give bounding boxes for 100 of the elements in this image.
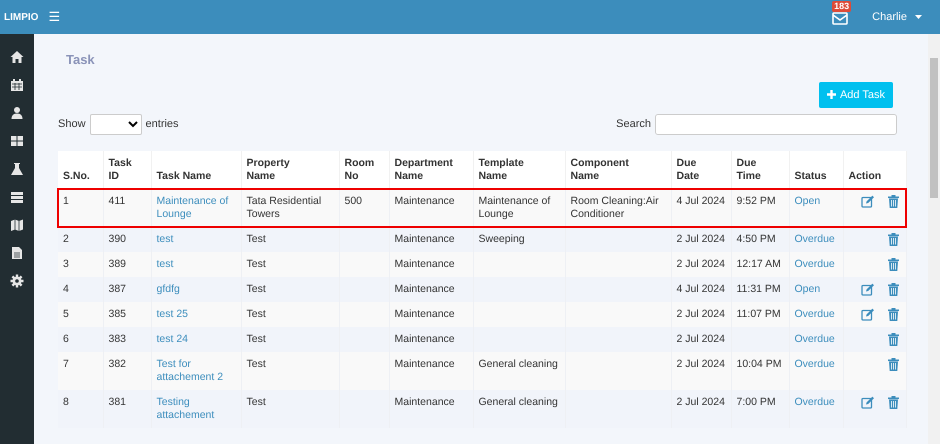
table-cell-text: 2 Jul 2024 xyxy=(676,308,726,321)
delete-icon[interactable] xyxy=(888,233,898,246)
table-cell-text: Maintenance of Lounge xyxy=(478,195,552,221)
column-header[interactable]: Action xyxy=(843,151,906,189)
table-cell-text: Maintenance xyxy=(394,233,456,246)
table-cell-text: 389 xyxy=(108,258,128,271)
status-link[interactable]: Overdue xyxy=(794,396,838,409)
flask-icon[interactable] xyxy=(10,162,24,176)
table-cell-text: 383 xyxy=(108,333,128,346)
table-cell-text: Test xyxy=(246,308,267,321)
table-cell-text: Test xyxy=(246,283,267,296)
table-cell-text: Room Cleaning:Air Conditioner xyxy=(570,195,660,221)
delete-icon[interactable] xyxy=(888,358,898,371)
task-link[interactable]: test xyxy=(156,233,236,246)
column-header[interactable]: Due Date xyxy=(671,151,731,189)
search-field[interactable] xyxy=(655,114,897,135)
search-label: Search xyxy=(616,117,651,132)
page-title: Task xyxy=(66,51,96,69)
table-cell-text: 5 xyxy=(63,308,70,321)
user-icon[interactable] xyxy=(10,106,24,120)
table-cell-text: Maintenance xyxy=(394,195,456,208)
table-cell-text: 4 xyxy=(63,283,70,296)
table-cell-text: 6 xyxy=(63,333,70,346)
column-header[interactable]: Status xyxy=(789,151,843,189)
table-cell-text: 390 xyxy=(108,233,128,246)
status-link[interactable]: Open xyxy=(794,283,838,296)
table-cell-text: General cleaning xyxy=(478,358,559,371)
table-cell-text: 411 xyxy=(108,195,126,208)
logo: LIMPIO xyxy=(3,10,40,24)
table-cell-text: 2 Jul 2024 xyxy=(676,396,726,409)
edit-icon[interactable] xyxy=(860,308,874,321)
status-link[interactable]: Overdue xyxy=(794,233,838,246)
document-icon[interactable] xyxy=(10,246,24,260)
entries-label: entries xyxy=(146,117,179,132)
column-header[interactable]: Due Time xyxy=(731,151,789,189)
column-header[interactable]: S.No. xyxy=(58,151,103,189)
table-cell-text: 11:07 PM xyxy=(736,308,782,321)
show-label: Show xyxy=(58,117,86,132)
table-cell-text: 9:52 PM xyxy=(736,195,777,208)
table-cell-text: 8 xyxy=(63,396,70,409)
table-cell-text: Test xyxy=(246,258,267,271)
table-cell-text: 2 Jul 2024 xyxy=(676,333,726,346)
edit-icon[interactable] xyxy=(860,396,874,409)
column-header[interactable]: Component Name xyxy=(565,151,671,189)
table-cell-text: Test xyxy=(246,358,267,371)
delete-icon[interactable] xyxy=(888,283,898,296)
user-menu[interactable]: Charlie xyxy=(872,8,940,26)
home-icon[interactable] xyxy=(10,50,24,64)
table-cell-text: 2 Jul 2024 xyxy=(676,358,726,371)
delete-icon[interactable] xyxy=(888,396,898,409)
table-cell-text: 381 xyxy=(108,396,128,409)
delete-icon[interactable] xyxy=(888,308,898,321)
map-icon[interactable] xyxy=(10,218,24,232)
table-cell-text: 382 xyxy=(108,358,128,371)
column-header[interactable]: Department Name xyxy=(389,151,473,189)
task-link[interactable]: test 24 xyxy=(156,333,236,346)
table-cell-text: Maintenance xyxy=(394,308,456,321)
task-link[interactable]: Testing attachement xyxy=(156,396,236,422)
server-icon[interactable] xyxy=(10,190,24,204)
table-cell-text: Maintenance xyxy=(394,258,456,271)
entries-select[interactable] xyxy=(90,114,142,135)
table-cell-text: 11:31 PM xyxy=(736,283,782,296)
table-cell-text: General cleaning xyxy=(478,396,559,409)
task-link[interactable]: gfdfg xyxy=(156,283,236,296)
status-link[interactable]: Overdue xyxy=(794,333,838,346)
calendar-icon[interactable] xyxy=(10,78,24,92)
settings-icon[interactable] xyxy=(10,274,24,288)
delete-icon[interactable] xyxy=(888,333,898,346)
table-cell-text: Maintenance xyxy=(394,283,456,296)
column-header[interactable]: Property Name xyxy=(241,151,339,189)
column-header[interactable]: Task Name xyxy=(151,151,241,189)
table-cell-text: 385 xyxy=(108,308,128,321)
table-cell-text: 4 Jul 2024 xyxy=(676,195,726,208)
column-header[interactable]: Room No xyxy=(339,151,389,189)
table-cell-text: Tata Residential Towers xyxy=(246,195,322,221)
table-cell-text: 2 xyxy=(63,233,70,246)
column-header[interactable]: Task ID xyxy=(103,151,151,189)
table-cell-text: Test xyxy=(246,333,267,346)
notification-badge: 183 xyxy=(832,1,852,12)
delete-icon[interactable] xyxy=(888,258,898,271)
mail-icon[interactable] xyxy=(832,11,848,26)
plus-icon xyxy=(826,90,836,100)
table-cell-text: Maintenance xyxy=(394,333,456,346)
add-task-button[interactable]: Add Task xyxy=(818,82,893,108)
table-cell-text: 12:17 AM xyxy=(736,258,782,271)
table-cell-text: 500 xyxy=(344,195,364,208)
table-cell-text: 3 xyxy=(63,258,70,271)
grid-icon[interactable] xyxy=(10,134,24,148)
edit-icon[interactable] xyxy=(860,283,874,296)
table-cell-text: 2 Jul 2024 xyxy=(676,258,726,271)
scrollbar[interactable] xyxy=(928,34,940,444)
table-cell-text: 4 Jul 2024 xyxy=(676,283,726,296)
column-header[interactable]: Template Name xyxy=(473,151,565,189)
table-cell-text: 10:04 PM xyxy=(736,358,782,371)
table-cell-text: Maintenance xyxy=(394,358,456,371)
edit-icon[interactable] xyxy=(860,195,874,208)
table-cell-text: 2 Jul 2024 xyxy=(676,233,726,246)
table-cell-text: Sweeping xyxy=(478,233,526,246)
table-cell-text: 4:50 PM xyxy=(736,233,777,246)
delete-icon[interactable] xyxy=(888,195,898,208)
